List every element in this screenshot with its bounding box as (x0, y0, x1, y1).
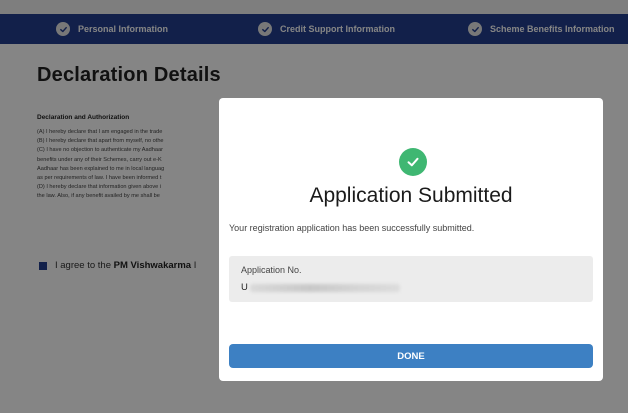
done-button[interactable]: DONE (229, 344, 593, 368)
dialog-message: Your registration application has been s… (229, 223, 475, 233)
success-check-icon (399, 148, 427, 176)
application-submitted-dialog: Application Submitted Your registration … (219, 98, 603, 381)
redacted-number (249, 283, 400, 292)
application-number-value: U (241, 282, 400, 293)
application-number-label: Application No. (241, 265, 302, 275)
dialog-title: Application Submitted (309, 184, 513, 207)
application-number-box: Application No. U (229, 256, 593, 302)
